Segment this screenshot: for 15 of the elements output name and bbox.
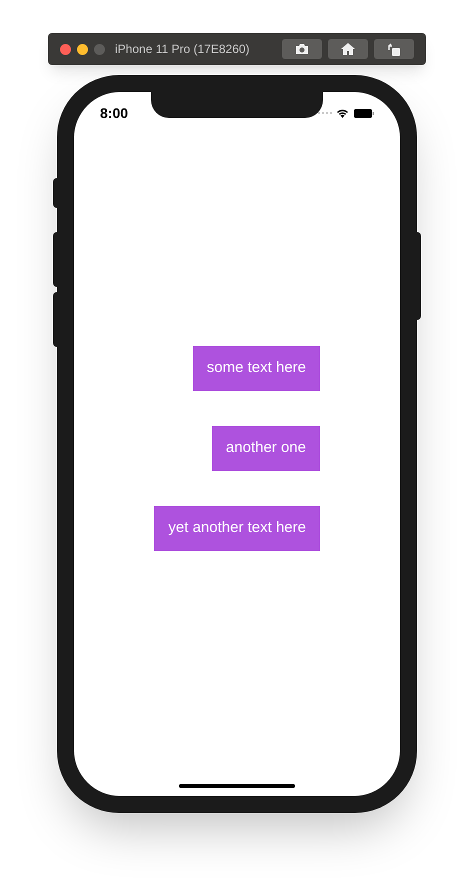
text-label: some text here bbox=[192, 346, 320, 391]
text-label: another one bbox=[212, 426, 320, 471]
home-icon bbox=[341, 43, 355, 55]
minimize-button[interactable] bbox=[77, 44, 88, 54]
screenshot-button[interactable] bbox=[282, 39, 322, 59]
rotate-icon bbox=[387, 42, 401, 56]
home-button[interactable] bbox=[328, 39, 368, 59]
text-label: yet another text here bbox=[154, 506, 320, 551]
battery-icon bbox=[354, 108, 374, 118]
rotate-button[interactable] bbox=[374, 39, 414, 59]
camera-icon bbox=[295, 43, 309, 55]
close-button[interactable] bbox=[60, 44, 71, 54]
status-time: 8:00 bbox=[100, 104, 128, 122]
wifi-icon bbox=[336, 108, 349, 118]
window-title: iPhone 11 Pro (17E8260) bbox=[115, 41, 250, 58]
